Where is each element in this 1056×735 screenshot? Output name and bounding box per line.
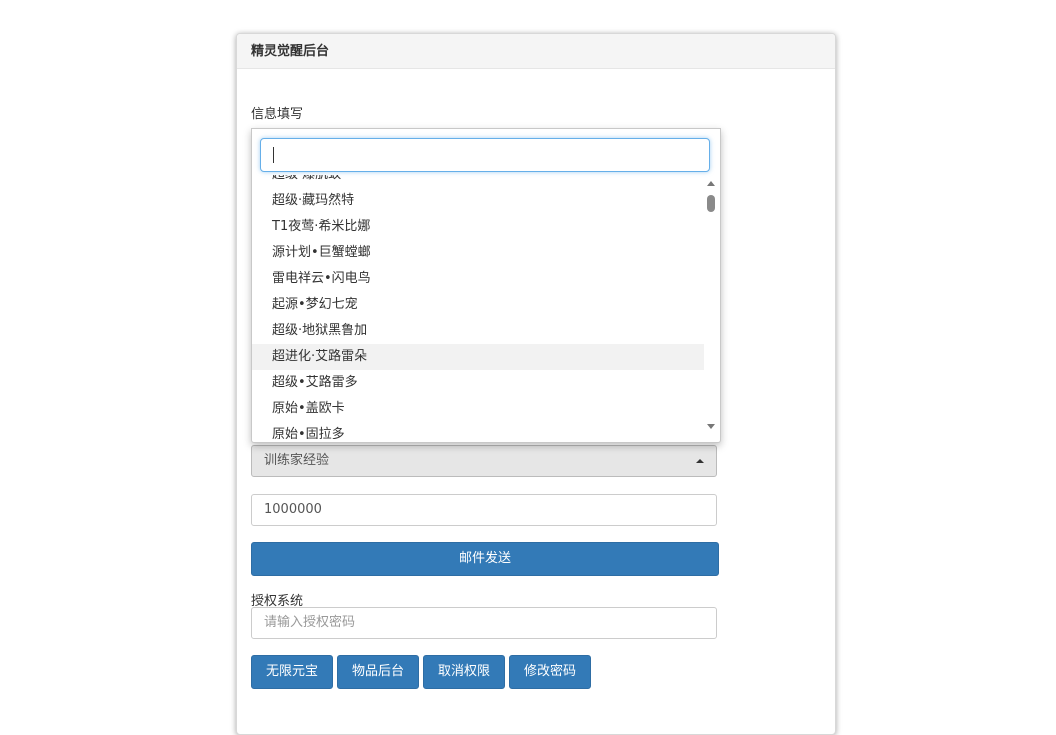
scroll-up-arrow-icon[interactable] — [707, 181, 715, 186]
send-mail-button[interactable]: 邮件发送 — [251, 542, 719, 576]
scroll-down-arrow-icon[interactable] — [707, 424, 715, 429]
change-password-button[interactable]: 修改密码 — [509, 655, 591, 689]
dropdown-option[interactable]: 起源•梦幻七宠 — [252, 292, 704, 318]
auth-password-input[interactable]: 请输入授权密码 — [251, 607, 717, 639]
info-section-label: 信息填写 — [251, 107, 304, 122]
item-backend-button[interactable]: 物品后台 — [337, 655, 419, 689]
dropdown-option[interactable]: 超级•艾路雷多 — [252, 370, 704, 396]
unlimited-ingot-button[interactable]: 无限元宝 — [251, 655, 333, 689]
text-cursor — [273, 147, 274, 163]
amount-input[interactable]: 1000000 — [251, 494, 717, 526]
panel-title: 精灵觉醒后台 — [237, 34, 835, 69]
dropdown-option-list[interactable]: 超级·爆肌蚊 超级·藏玛然特 T1夜莺·希米比娜 源计划•巨蟹螳螂 雷电祥云•闪… — [252, 175, 704, 439]
dropdown-option-highlighted[interactable]: 超进化·艾路雷朵 — [252, 344, 704, 370]
dropdown-option[interactable]: 原始•固拉多 — [252, 422, 704, 439]
dropdown-option[interactable]: 超级·藏玛然特 — [252, 188, 704, 214]
select-dropdown: 超级·爆肌蚊 超级·藏玛然特 T1夜莺·希米比娜 源计划•巨蟹螳螂 雷电祥云•闪… — [251, 128, 721, 443]
dropdown-option[interactable]: T1夜莺·希米比娜 — [252, 214, 704, 240]
dropdown-option[interactable]: 源计划•巨蟹螳螂 — [252, 240, 704, 266]
dropdown-search-input[interactable] — [260, 138, 710, 172]
item-type-select[interactable]: 训练家经验 — [251, 445, 717, 477]
revoke-permission-button[interactable]: 取消权限 — [423, 655, 505, 689]
dropdown-option[interactable]: 超级·地狱黑鲁加 — [252, 318, 704, 344]
dropdown-option[interactable]: 原始•盖欧卡 — [252, 396, 704, 422]
dropdown-option[interactable]: 超级·爆肌蚊 — [252, 175, 704, 188]
dropdown-option[interactable]: 雷电祥云•闪电鸟 — [252, 266, 704, 292]
item-type-select-value: 训练家经验 — [264, 453, 330, 468]
caret-up-icon — [696, 459, 704, 463]
scrollbar-thumb[interactable] — [707, 195, 715, 212]
